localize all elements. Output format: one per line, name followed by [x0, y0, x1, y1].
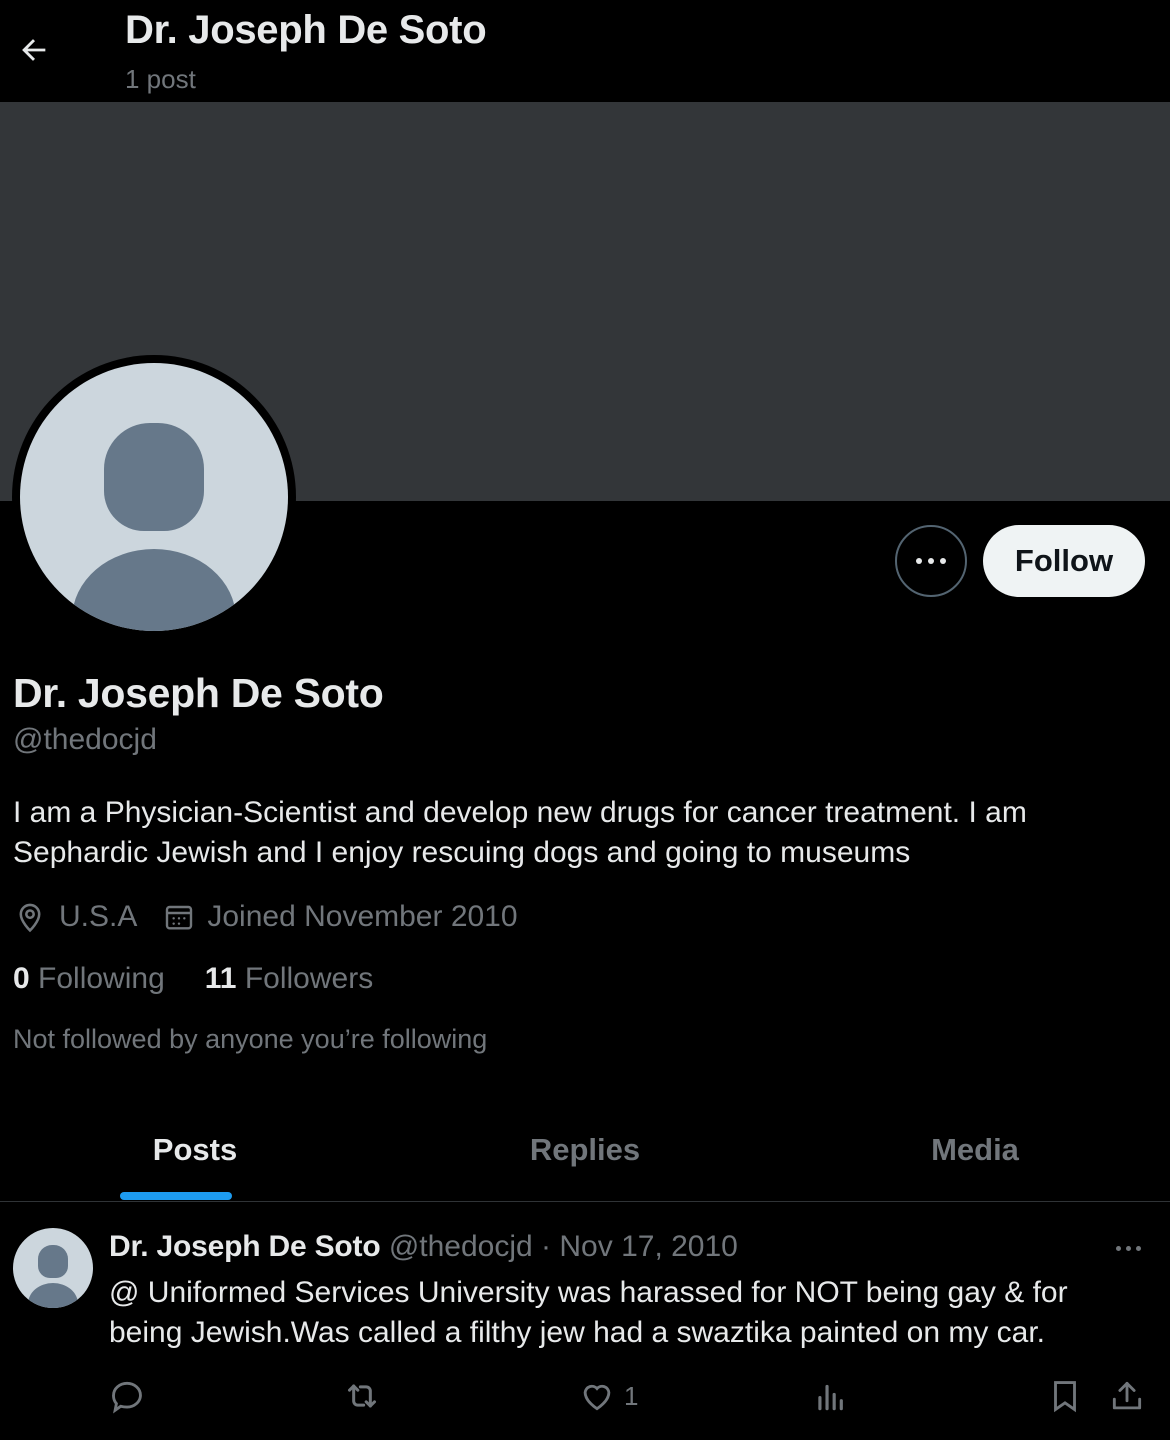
followers-count: 11: [204, 962, 237, 995]
profile-name: Dr. Joseph De Soto: [13, 670, 384, 716]
profile-handle: @thedocjd: [13, 723, 157, 756]
following-link[interactable]: 0 Following: [13, 962, 165, 996]
tweet-date[interactable]: Nov 17, 2010: [559, 1230, 737, 1263]
bookmark-button[interactable]: [1046, 1372, 1084, 1420]
page-title: Dr. Joseph De Soto: [125, 8, 487, 52]
views-icon: [818, 1384, 843, 1411]
tweet-author-name[interactable]: Dr. Joseph De Soto: [109, 1230, 381, 1263]
top-bar: Dr. Joseph De Soto 1 post: [0, 0, 1170, 102]
followers-label: Followers: [244, 962, 374, 995]
joined-text: Joined November 2010: [207, 900, 518, 933]
tweet-actions: 1: [0, 1372, 1170, 1422]
more-dots-icon: [916, 558, 946, 564]
back-button[interactable]: [14, 30, 54, 70]
tab-posts[interactable]: Posts: [0, 1110, 390, 1201]
location-item: U.S.A: [13, 900, 137, 934]
avatar-body: [72, 549, 236, 631]
tweet-header: Dr. Joseph De Soto @thedocjd · Nov 17, 2…: [109, 1230, 738, 1264]
repost-icon: [348, 1384, 376, 1408]
tweet-avatar-body: [28, 1283, 78, 1308]
default-avatar-icon: [20, 363, 288, 631]
followers-link[interactable]: 11 Followers: [205, 962, 373, 996]
active-tab-indicator: [120, 1192, 232, 1200]
profile-meta: U.S.A Joined November 2010: [13, 897, 544, 937]
following-count: 0: [13, 962, 30, 995]
reply-button[interactable]: [108, 1372, 146, 1420]
location-text: U.S.A: [59, 900, 138, 933]
like-icon: [583, 1384, 611, 1411]
follow-counts: 0 Following 11 Followers: [13, 962, 413, 996]
profile-tabs: Posts Replies Media: [0, 1110, 1170, 1202]
like-button[interactable]: 1: [578, 1372, 638, 1420]
avatar-head: [104, 423, 204, 531]
follow-button[interactable]: Follow: [983, 525, 1145, 597]
tweet-more-button[interactable]: [1108, 1236, 1148, 1260]
tweet-avatar-head: [38, 1245, 68, 1278]
reply-icon: [112, 1381, 142, 1414]
not-followed-note: Not followed by anyone you’re following: [13, 1024, 488, 1054]
tweet-text: @ Uniformed Services University was hara…: [109, 1276, 1068, 1349]
joined-item: Joined November 2010: [163, 900, 518, 934]
share-icon: [1112, 1381, 1142, 1410]
profile-bio: I am a Physician-Scientist and develop n…: [13, 796, 1027, 869]
tab-replies[interactable]: Replies: [390, 1110, 780, 1201]
like-count: 1: [624, 1380, 639, 1411]
tweet-separator: ·: [541, 1230, 552, 1263]
calendar-icon: [166, 905, 193, 930]
location-icon: [19, 903, 41, 933]
profile-page: Dr. Joseph De Soto 1 post Follow Dr. Jos…: [0, 0, 1170, 1440]
tab-media[interactable]: Media: [780, 1110, 1170, 1201]
tweet-more-dots-icon: [1115, 1245, 1141, 1251]
tweet-avatar[interactable]: [13, 1228, 93, 1308]
following-label: Following: [38, 962, 165, 995]
profile-avatar[interactable]: [12, 355, 296, 639]
views-button[interactable]: [812, 1372, 850, 1420]
tweet-author-handle[interactable]: @thedocjd: [389, 1230, 533, 1263]
more-options-button[interactable]: [895, 525, 967, 597]
post-count: 1 post: [125, 64, 196, 94]
share-button[interactable]: [1108, 1372, 1146, 1420]
repost-button[interactable]: [342, 1372, 382, 1420]
bookmark-icon: [1054, 1381, 1076, 1413]
back-arrow-icon: [22, 39, 46, 61]
